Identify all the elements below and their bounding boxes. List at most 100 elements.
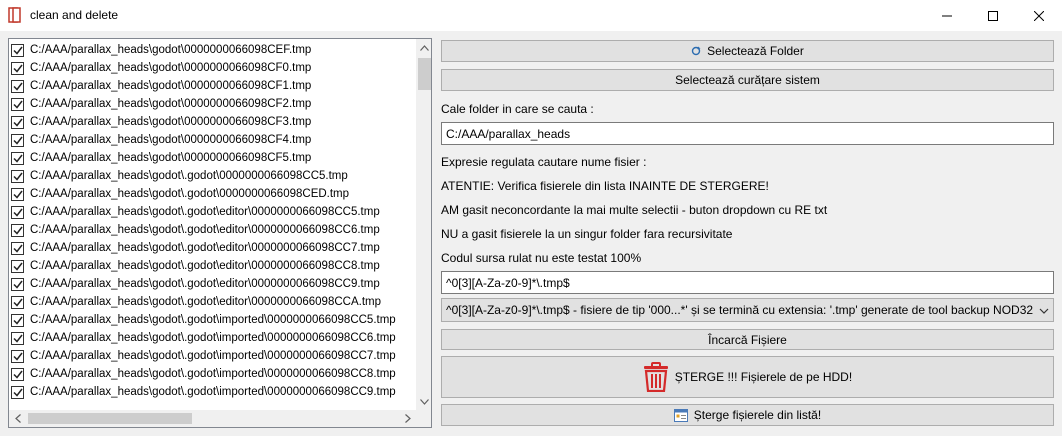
- checkbox-checked-icon[interactable]: [11, 205, 24, 219]
- regex-label: Expresie regulata cautare nume fisier :: [441, 155, 647, 169]
- note-dropdown-label: AM gasit neconcordante la mai multe sele…: [441, 203, 828, 217]
- checkbox-checked-icon[interactable]: [11, 331, 24, 345]
- file-path-text: C:/AAA/parallax_heads\godot\.godot\00000…: [30, 188, 350, 200]
- file-path-text: C:/AAA/parallax_heads\godot\.godot\impor…: [30, 314, 396, 326]
- checkbox-checked-icon[interactable]: [11, 223, 24, 237]
- note-untested-label: Codul sursa rulat nu este testat 100%: [441, 251, 642, 265]
- note-recursion-label: NU a gasit fisierele la un singur folder…: [441, 227, 733, 241]
- file-path-text: C:/AAA/parallax_heads\godot\.godot\edito…: [30, 242, 380, 254]
- delete-from-list-button[interactable]: Șterge fișierele din listă!: [441, 404, 1054, 426]
- load-files-label: Încarcă Fișiere: [708, 332, 787, 347]
- window-title: clean and delete: [30, 8, 119, 22]
- vertical-scrollbar[interactable]: [416, 39, 431, 410]
- file-path-text: C:/AAA/parallax_heads\godot\.godot\edito…: [30, 224, 380, 236]
- checkbox-checked-icon[interactable]: [11, 97, 24, 111]
- checkbox-checked-icon[interactable]: [11, 115, 24, 129]
- list-item[interactable]: C:/AAA/parallax_heads\godot\.godot\edito…: [11, 203, 416, 221]
- folder-refresh-icon: [691, 46, 701, 56]
- list-item[interactable]: C:/AAA/parallax_heads\godot\.godot\impor…: [11, 329, 416, 347]
- horizontal-scrollbar[interactable]: [9, 410, 416, 427]
- select-folder-button[interactable]: Selectează Folder: [441, 40, 1054, 62]
- file-path-text: C:/AAA/parallax_heads\godot\000000006609…: [30, 62, 312, 74]
- warning-label: ATENTIE: Verifica fisierele din lista IN…: [441, 179, 769, 193]
- list-window-icon: [673, 408, 688, 422]
- list-item[interactable]: C:/AAA/parallax_heads\godot\.godot\00000…: [11, 185, 416, 203]
- file-path-text: C:/AAA/parallax_heads\godot\.godot\00000…: [30, 170, 348, 182]
- regex-input[interactable]: ^0[3][A-Za-z0-9]*\.tmp$: [441, 271, 1054, 294]
- delete-from-hdd-button[interactable]: ȘTERGE !!! Fișierele de pe HDD!: [441, 356, 1054, 398]
- scroll-right-arrow-icon[interactable]: [399, 410, 416, 427]
- dropdown-selected-value: ^0[3][A-Za-z0-9]*\.tmp$ - fisiere de tip…: [446, 303, 1034, 317]
- file-path-text: C:/AAA/parallax_heads\godot\.godot\impor…: [30, 350, 396, 362]
- file-path-text: C:/AAA/parallax_heads\godot\000000006609…: [30, 44, 312, 56]
- checkbox-checked-icon[interactable]: [11, 277, 24, 291]
- checkbox-checked-icon[interactable]: [11, 241, 24, 255]
- checkbox-checked-icon[interactable]: [11, 61, 24, 75]
- list-item[interactable]: C:/AAA/parallax_heads\godot\.godot\edito…: [11, 293, 416, 311]
- file-checklist[interactable]: C:/AAA/parallax_heads\godot\.godot\impor…: [8, 38, 432, 428]
- checkbox-checked-icon[interactable]: [11, 367, 24, 381]
- list-item[interactable]: C:/AAA/parallax_heads\godot\.godot\edito…: [11, 257, 416, 275]
- list-item[interactable]: C:/AAA/parallax_heads\godot\.godot\edito…: [11, 221, 416, 239]
- app-icon: [8, 7, 22, 23]
- list-item[interactable]: C:/AAA/parallax_heads\godot\000000006609…: [11, 41, 416, 59]
- list-item[interactable]: C:/AAA/parallax_heads\godot\000000006609…: [11, 131, 416, 149]
- list-item[interactable]: C:/AAA/parallax_heads\godot\.godot\impor…: [11, 347, 416, 365]
- scroll-up-arrow-icon[interactable]: [416, 39, 431, 56]
- list-item[interactable]: C:/AAA/parallax_heads\godot\000000006609…: [11, 77, 416, 95]
- file-path-text: C:/AAA/parallax_heads\godot\000000006609…: [30, 134, 312, 146]
- checkbox-checked-icon[interactable]: [11, 295, 24, 309]
- list-item[interactable]: C:/AAA/parallax_heads\godot\000000006609…: [11, 59, 416, 77]
- list-item[interactable]: C:/AAA/parallax_heads\godot\.godot\impor…: [11, 311, 416, 329]
- scroll-left-arrow-icon[interactable]: [9, 410, 26, 427]
- list-item[interactable]: C:/AAA/parallax_heads\godot\.godot\impor…: [11, 365, 416, 383]
- list-item[interactable]: C:/AAA/parallax_heads\godot\.godot\edito…: [11, 239, 416, 257]
- folder-path-input[interactable]: C:/AAA/parallax_heads: [441, 122, 1054, 145]
- list-item[interactable]: C:/AAA/parallax_heads\godot\000000006609…: [11, 113, 416, 131]
- checkbox-checked-icon[interactable]: [11, 385, 24, 399]
- load-files-button[interactable]: Încarcă Fișiere: [441, 329, 1054, 350]
- file-path-text: C:/AAA/parallax_heads\godot\000000006609…: [30, 116, 312, 128]
- checkbox-checked-icon[interactable]: [11, 187, 24, 201]
- checkbox-checked-icon[interactable]: [11, 79, 24, 93]
- chevron-down-icon: [1039, 305, 1049, 319]
- file-path-text: C:/AAA/parallax_heads\godot\000000006609…: [30, 98, 312, 110]
- checkbox-checked-icon[interactable]: [11, 43, 24, 57]
- maximize-button[interactable]: [970, 0, 1016, 31]
- list-item[interactable]: C:/AAA/parallax_heads\godot\.godot\00000…: [11, 167, 416, 185]
- vertical-scroll-thumb[interactable]: [418, 58, 431, 90]
- horizontal-scroll-thumb[interactable]: [28, 413, 192, 424]
- file-path-text: C:/AAA/parallax_heads\godot\.godot\edito…: [30, 296, 381, 308]
- checkbox-checked-icon[interactable]: [11, 349, 24, 363]
- close-button[interactable]: [1016, 0, 1062, 31]
- file-path-text: C:/AAA/parallax_heads\godot\.godot\impor…: [30, 386, 396, 398]
- title-bar: clean and delete: [0, 0, 1062, 31]
- checkbox-checked-icon[interactable]: [11, 259, 24, 273]
- checkbox-checked-icon[interactable]: [11, 151, 24, 165]
- select-system-clean-label: Selectează curățare sistem: [675, 73, 820, 87]
- file-path-text: C:/AAA/parallax_heads\godot\.godot\edito…: [30, 260, 380, 272]
- regex-preset-dropdown[interactable]: ^0[3][A-Za-z0-9]*\.tmp$ - fisiere de tip…: [441, 298, 1054, 322]
- checkbox-checked-icon[interactable]: [11, 169, 24, 183]
- file-path-text: C:/AAA/parallax_heads\godot\.godot\impor…: [30, 332, 396, 344]
- file-path-text: C:/AAA/parallax_heads\godot\000000006609…: [30, 80, 312, 92]
- file-path-text: C:/AAA/parallax_heads\godot\.godot\impor…: [30, 368, 396, 380]
- minimize-button[interactable]: [924, 0, 970, 31]
- checkbox-checked-icon[interactable]: [11, 133, 24, 147]
- checkbox-checked-icon[interactable]: [11, 313, 24, 327]
- trash-icon: [643, 362, 669, 392]
- scroll-down-arrow-icon[interactable]: [416, 393, 431, 410]
- file-path-text: C:/AAA/parallax_heads\godot\.godot\edito…: [30, 206, 380, 218]
- file-path-text: C:/AAA/parallax_heads\godot\000000006609…: [30, 152, 312, 164]
- file-path-text: C:/AAA/parallax_heads\godot\.godot\edito…: [30, 278, 380, 290]
- delete-from-hdd-label: ȘTERGE !!! Fișierele de pe HDD!: [674, 370, 853, 384]
- list-item[interactable]: C:/AAA/parallax_heads\godot\.godot\edito…: [11, 275, 416, 293]
- folder-path-label: Cale folder in care se cauta :: [441, 102, 594, 116]
- list-item[interactable]: C:/AAA/parallax_heads\godot\000000006609…: [11, 95, 416, 113]
- list-item[interactable]: C:/AAA/parallax_heads\godot\.godot\impor…: [11, 383, 416, 401]
- scroll-corner: [416, 410, 431, 427]
- delete-from-list-label: Șterge fișierele din listă!: [693, 408, 822, 422]
- list-item[interactable]: C:/AAA/parallax_heads\godot\000000006609…: [11, 149, 416, 167]
- select-system-clean-button[interactable]: Selectează curățare sistem: [441, 69, 1054, 91]
- select-folder-label: Selectează Folder: [707, 44, 804, 58]
